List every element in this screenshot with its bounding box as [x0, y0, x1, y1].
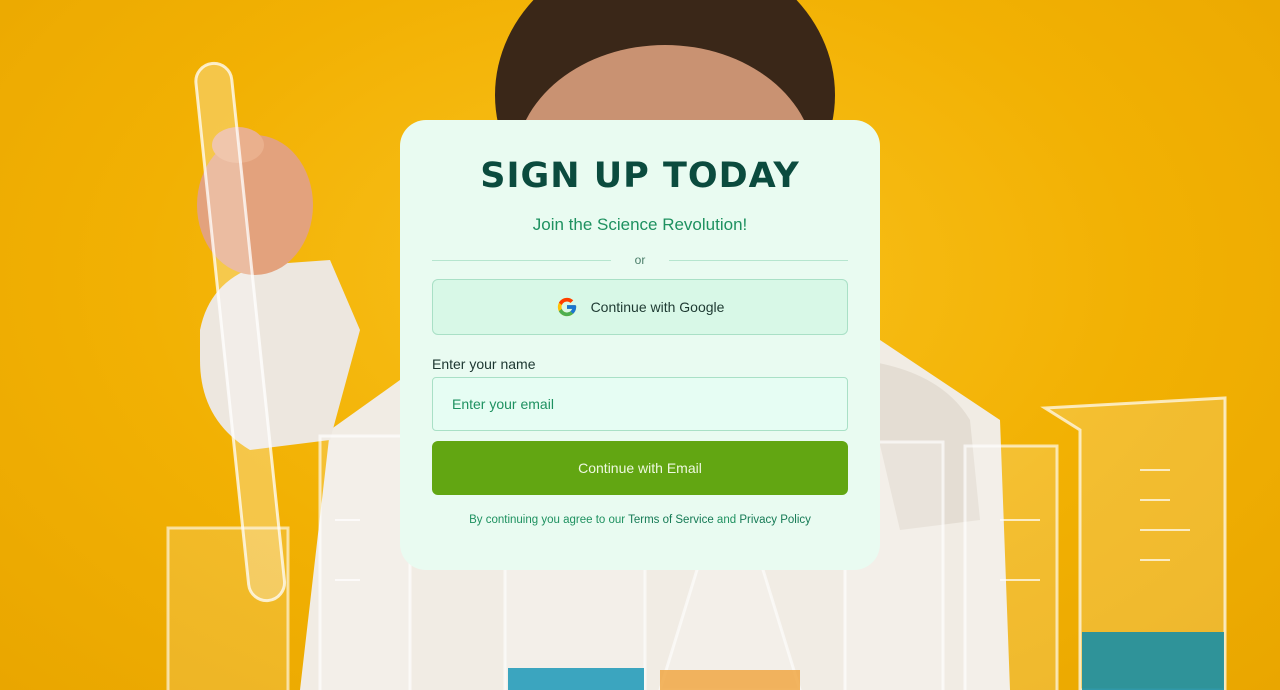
divider-line-left	[432, 259, 611, 261]
terms-prefix: By continuing you agree to our	[469, 514, 629, 526]
or-divider: or	[432, 253, 848, 267]
terms-and: and	[713, 514, 740, 526]
privacy-policy-link[interactable]: Privacy Policy	[739, 514, 811, 526]
terms-notice: By continuing you agree to our Terms of …	[432, 514, 848, 526]
continue-with-email-button[interactable]: Continue with Email	[432, 441, 848, 495]
signup-title: SIGN UP TODAY	[480, 156, 800, 196]
name-field-label: Enter your name	[432, 356, 536, 372]
signup-subtitle: Join the Science Revolution!	[532, 215, 748, 234]
terms-of-service-link[interactable]: Terms of Service	[628, 514, 714, 526]
continue-with-google-button[interactable]: Continue with Google	[432, 279, 848, 335]
email-input[interactable]	[432, 377, 848, 431]
google-g-icon	[556, 296, 578, 318]
signup-card: SIGN UP TODAY Join the Science Revolutio…	[400, 120, 880, 570]
google-button-label: Continue with Google	[590, 299, 725, 315]
divider-line-right	[669, 259, 848, 261]
divider-or-text: or	[634, 253, 646, 267]
